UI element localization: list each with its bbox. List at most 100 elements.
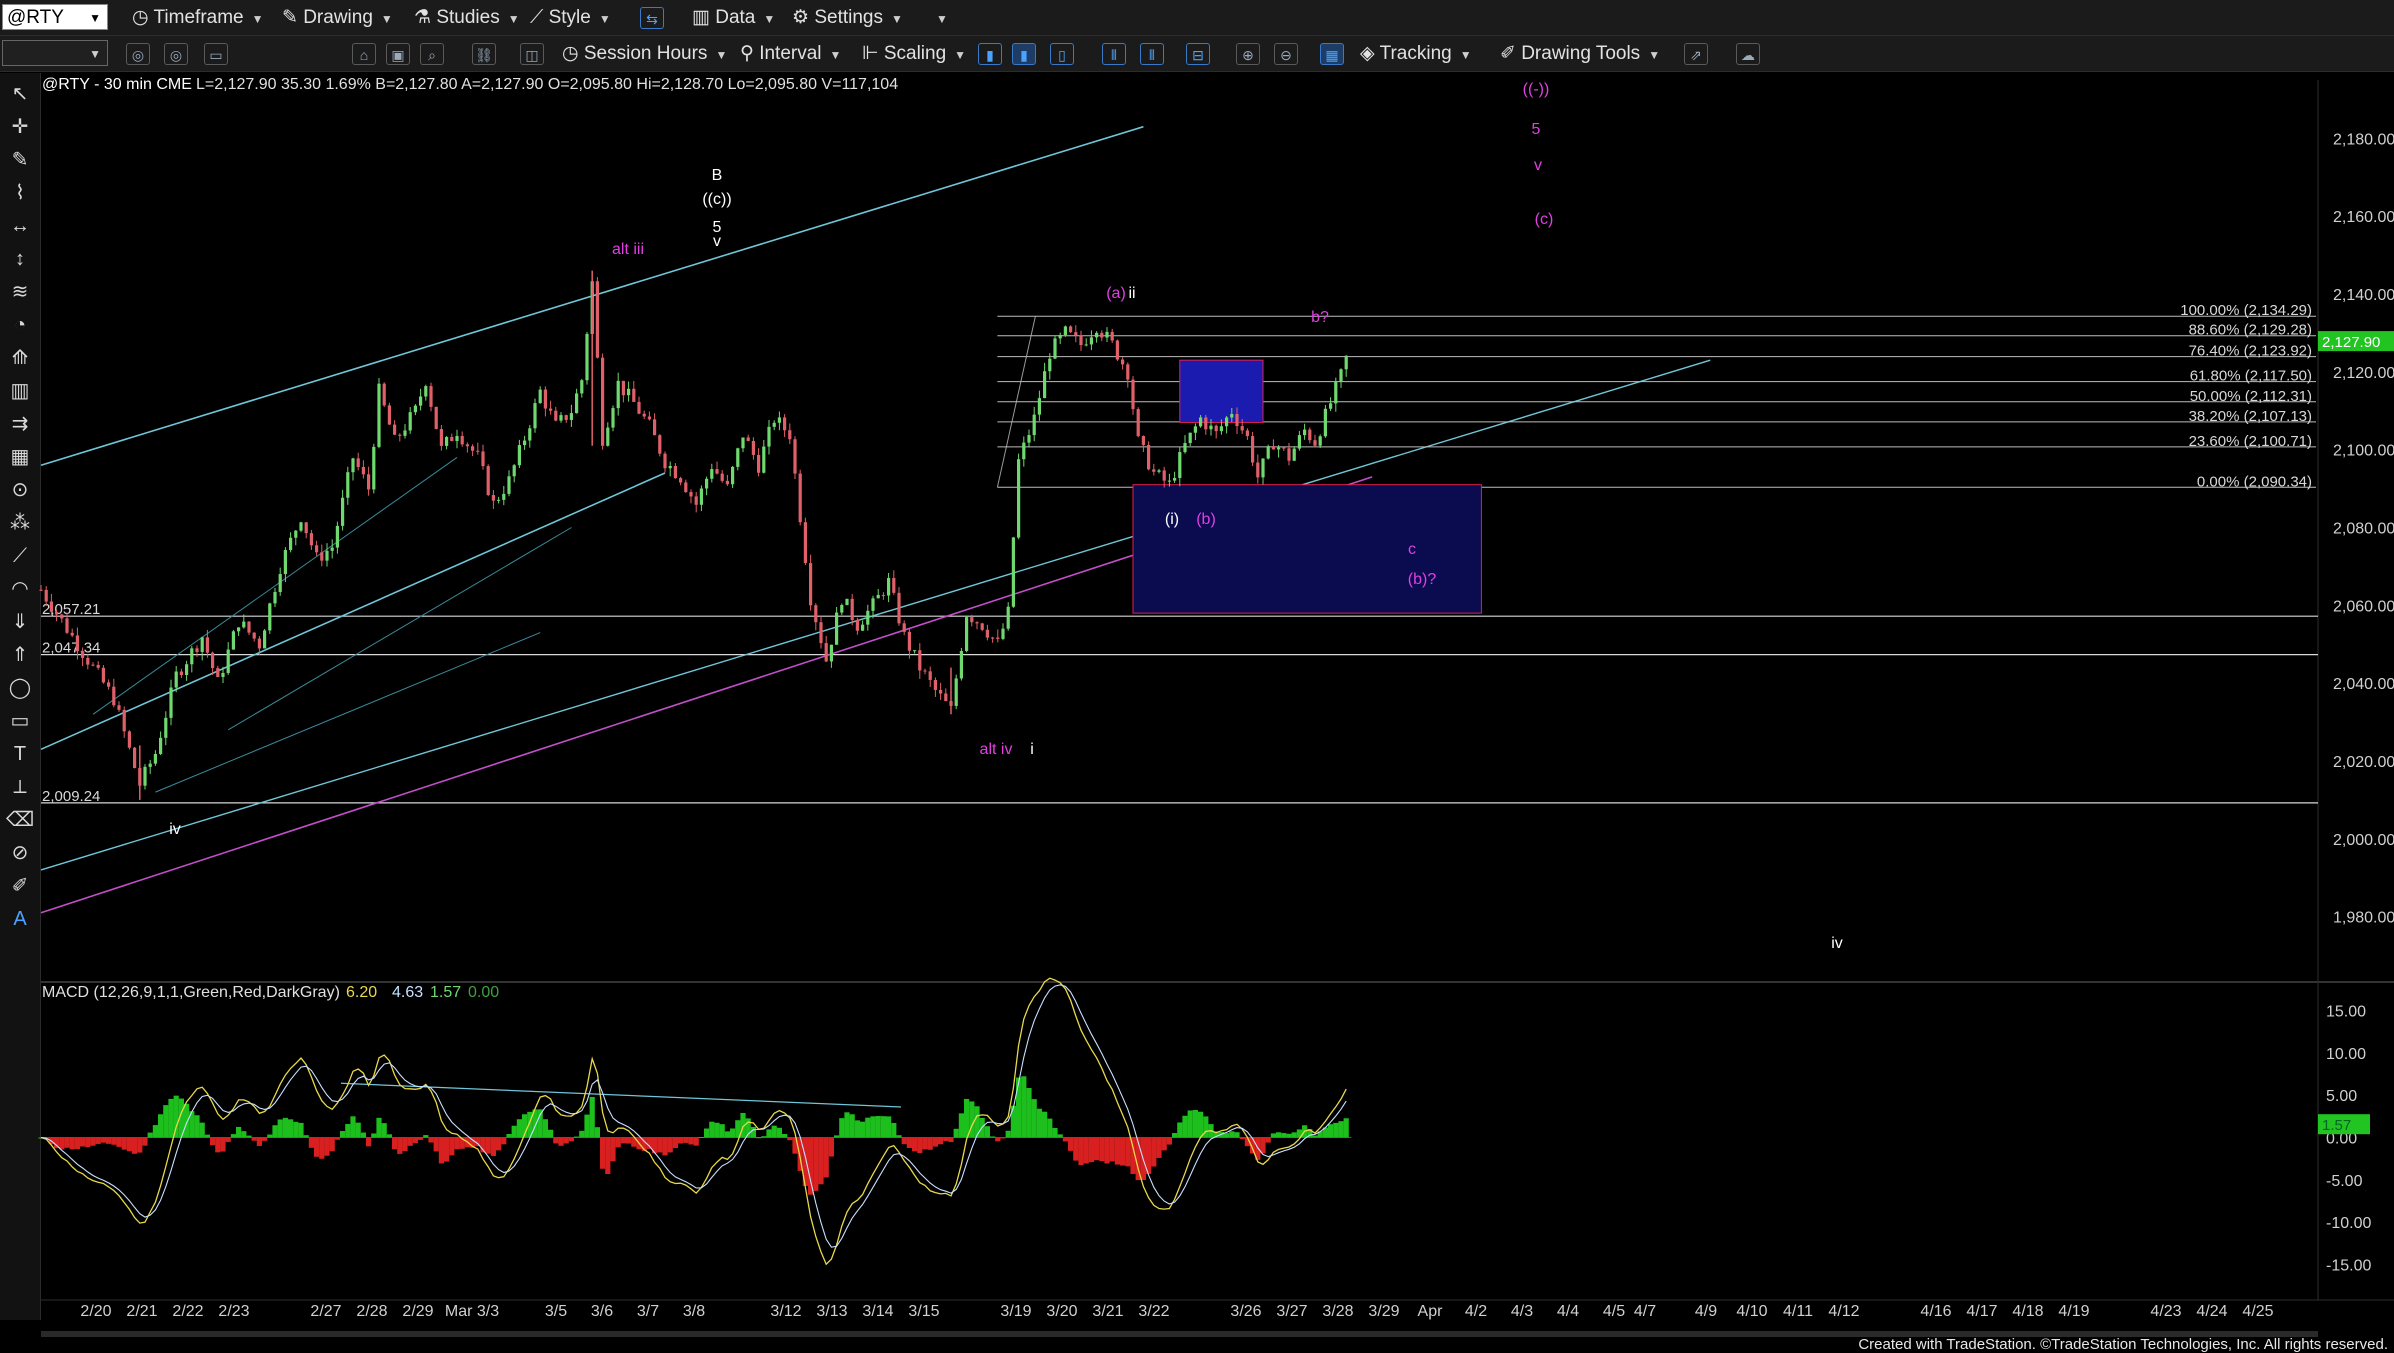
macd-histogram-bar [1229, 1131, 1235, 1138]
candle-body [1011, 537, 1015, 607]
macd-histogram-bar [428, 1137, 434, 1143]
candle-body [793, 439, 797, 474]
macd-histogram-bar [834, 1135, 840, 1138]
candle-body [96, 664, 100, 668]
candle-body [377, 383, 381, 447]
macd-histogram-bar [376, 1117, 382, 1138]
fib-level-label: 88.60% (2,129.28) [2189, 322, 2312, 339]
macd-histogram-bar [1187, 1110, 1193, 1138]
date-axis-label: 3/26 [1230, 1303, 1261, 1320]
macd-histogram-bar [558, 1137, 564, 1146]
candle-body [699, 488, 703, 505]
candle-body [933, 679, 937, 690]
candle-body [543, 389, 547, 409]
candle-body [1043, 371, 1047, 399]
candle-body [715, 469, 719, 474]
candle-body [523, 440, 527, 446]
wave-label: alt iii [612, 241, 644, 258]
macd-histogram-bar [496, 1137, 502, 1151]
candle-body [1022, 442, 1026, 460]
candle-body [549, 408, 553, 411]
macd-histogram-bar [1286, 1133, 1292, 1138]
date-axis-label: 4/7 [1634, 1303, 1656, 1320]
macd-axis-label: 15.00 [2326, 1003, 2366, 1020]
candle-body [1193, 426, 1197, 433]
candle-body [559, 415, 563, 421]
macd-histogram-bar [761, 1136, 767, 1138]
macd-value: 1.57 [430, 984, 461, 1001]
candle-body [694, 496, 698, 505]
macd-histogram-bar [667, 1137, 673, 1153]
candle-body [855, 619, 859, 631]
macd-histogram-bar [230, 1134, 236, 1138]
candle-body [845, 598, 849, 606]
macd-histogram-bar [693, 1137, 699, 1146]
price-axis-label: 1,980.00 [2333, 910, 2394, 927]
macd-histogram-bar [1281, 1133, 1287, 1138]
candle-body [419, 396, 423, 406]
price-chart[interactable]: 2,180.00 2,160.00 2,140.00 2,120.00 2,100.00… [0, 0, 2394, 1353]
candle-body [159, 737, 163, 754]
macd-histogram-bar [1021, 1076, 1027, 1138]
copyright-footer: Created with TradeStation. ©TradeStation… [1858, 1336, 2388, 1353]
target-zone-box [1132, 484, 1482, 614]
date-axis-label: 2/20 [80, 1303, 111, 1320]
candle-body [450, 436, 454, 442]
wave-label: alt iv [980, 741, 1013, 758]
macd-histogram-bar [724, 1131, 730, 1138]
candle-body [965, 617, 969, 652]
macd-histogram-bar [1260, 1137, 1266, 1154]
candle-body [996, 637, 1000, 639]
macd-histogram-bar [1338, 1121, 1344, 1138]
macd-histogram-bar [371, 1133, 377, 1138]
macd-histogram-bar [1166, 1137, 1172, 1145]
date-axis-label: 3/29 [1368, 1303, 1399, 1320]
candle-body [892, 577, 896, 593]
macd-divergence-line [340, 1082, 902, 1108]
candle-body [289, 537, 293, 551]
candle-body [309, 533, 313, 546]
macd-histogram-bar [1068, 1137, 1074, 1151]
candle-body [783, 417, 787, 431]
macd-axis-label: 5.00 [2326, 1088, 2357, 1105]
fib-level-label: 100.00% (2,134.29) [2180, 302, 2312, 319]
macd-histogram-bar [90, 1137, 96, 1146]
candle-body [112, 686, 116, 706]
candle-body [325, 550, 329, 561]
date-axis-label: 3/12 [770, 1303, 801, 1320]
macd-histogram-bar [308, 1137, 314, 1148]
macd-histogram-bar [698, 1136, 704, 1138]
candle-body [465, 444, 469, 447]
macd-histogram-bar [828, 1137, 834, 1157]
candle-body [346, 472, 350, 498]
candle-body [517, 445, 521, 466]
candle-body [1048, 358, 1052, 372]
candle-body [200, 637, 204, 652]
candle-body [1084, 344, 1088, 346]
price-axis-label: 2,040.00 [2333, 676, 2394, 693]
macd-histogram-bar [360, 1132, 366, 1138]
candle-body [122, 709, 126, 732]
candle-body [1256, 462, 1260, 478]
macd-histogram-bar [1161, 1137, 1167, 1151]
candle-body [647, 416, 651, 420]
macd-histogram-bar [303, 1135, 309, 1138]
macd-histogram-bar [152, 1125, 158, 1138]
candle-body [1235, 413, 1239, 427]
candle-body [928, 671, 932, 680]
candle-body [393, 424, 397, 435]
macd-histogram-bar [121, 1137, 127, 1150]
wave-label: iv [169, 821, 181, 838]
candle-body [606, 427, 610, 446]
candle-body [164, 717, 168, 738]
macd-histogram-bar [1010, 1105, 1016, 1138]
candle-body [887, 577, 891, 596]
candle-body [1329, 403, 1333, 409]
candle-body [221, 672, 225, 677]
macd-value: 4.63 [392, 984, 423, 1001]
macd-histogram-bar [990, 1136, 996, 1138]
macd-histogram-bar [288, 1119, 294, 1138]
macd-histogram-bar [896, 1135, 902, 1138]
date-axis-label: 2/23 [218, 1303, 249, 1320]
candle-body [866, 610, 870, 625]
